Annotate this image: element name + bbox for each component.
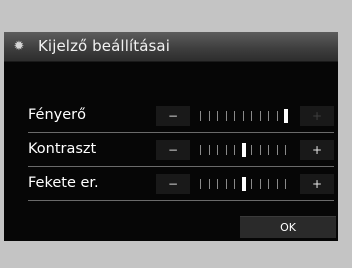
ok-button[interactable]: OK — [240, 216, 336, 238]
slider-tick — [276, 111, 278, 121]
title-bar: ✹ Kijelző beállításai — [4, 32, 338, 62]
setting-label: Fekete er. — [28, 175, 99, 191]
slider-tick — [217, 111, 218, 121]
slider-tick — [285, 179, 286, 189]
slider-tick — [200, 145, 201, 155]
slider-tick — [234, 179, 235, 189]
brightness-increase-button: + — [300, 106, 334, 126]
setting-row-brightness: Fényerő − + — [28, 101, 334, 133]
setting-label: Kontraszt — [28, 141, 97, 157]
slider-tick — [259, 111, 261, 121]
slider-tick — [200, 111, 201, 121]
brightness-decrease-button[interactable]: − — [156, 106, 190, 126]
slider-thumb[interactable] — [241, 143, 246, 157]
slider-tick — [251, 179, 252, 189]
settings-screen: ✹ Kijelző beállításai Fényerő − + Kontra… — [4, 32, 338, 241]
slider-tick — [200, 179, 201, 189]
slider-tick — [208, 111, 210, 121]
setting-row-contrast: Kontraszt − + — [28, 135, 334, 167]
row-divider — [28, 200, 334, 201]
slider-tick — [225, 111, 227, 121]
slider-tick — [259, 145, 261, 155]
setting-row-black-level: Fekete er. − + — [28, 169, 334, 201]
slider-thumb[interactable] — [241, 177, 246, 191]
slider-tick — [242, 111, 244, 121]
slider-tick — [268, 111, 269, 121]
slider-tick — [208, 179, 210, 189]
brightness-slider[interactable] — [198, 109, 294, 123]
row-divider — [28, 166, 334, 167]
slider-tick — [276, 145, 278, 155]
slider-tick — [276, 179, 278, 189]
dialog-title: Kijelző beállításai — [38, 37, 170, 55]
slider-tick — [285, 145, 286, 155]
setting-label: Fényerő — [28, 107, 86, 123]
contrast-slider[interactable] — [198, 143, 294, 157]
slider-tick — [208, 145, 210, 155]
black-level-decrease-button[interactable]: − — [156, 174, 190, 194]
slider-tick — [217, 179, 218, 189]
slider-tick — [268, 179, 269, 189]
slider-tick — [225, 179, 227, 189]
slider-tick — [251, 111, 252, 121]
slider-tick — [251, 145, 252, 155]
slider-tick — [217, 145, 218, 155]
slider-tick — [234, 111, 235, 121]
gear-icon: ✹ — [13, 39, 25, 54]
contrast-increase-button[interactable]: + — [300, 140, 334, 160]
contrast-decrease-button[interactable]: − — [156, 140, 190, 160]
black-level-increase-button[interactable]: + — [300, 174, 334, 194]
slider-tick — [259, 179, 261, 189]
slider-thumb[interactable] — [284, 109, 288, 123]
slider-tick — [225, 145, 227, 155]
black-level-slider[interactable] — [198, 177, 294, 191]
row-divider — [28, 132, 334, 133]
slider-tick — [268, 145, 269, 155]
slider-tick — [234, 145, 235, 155]
